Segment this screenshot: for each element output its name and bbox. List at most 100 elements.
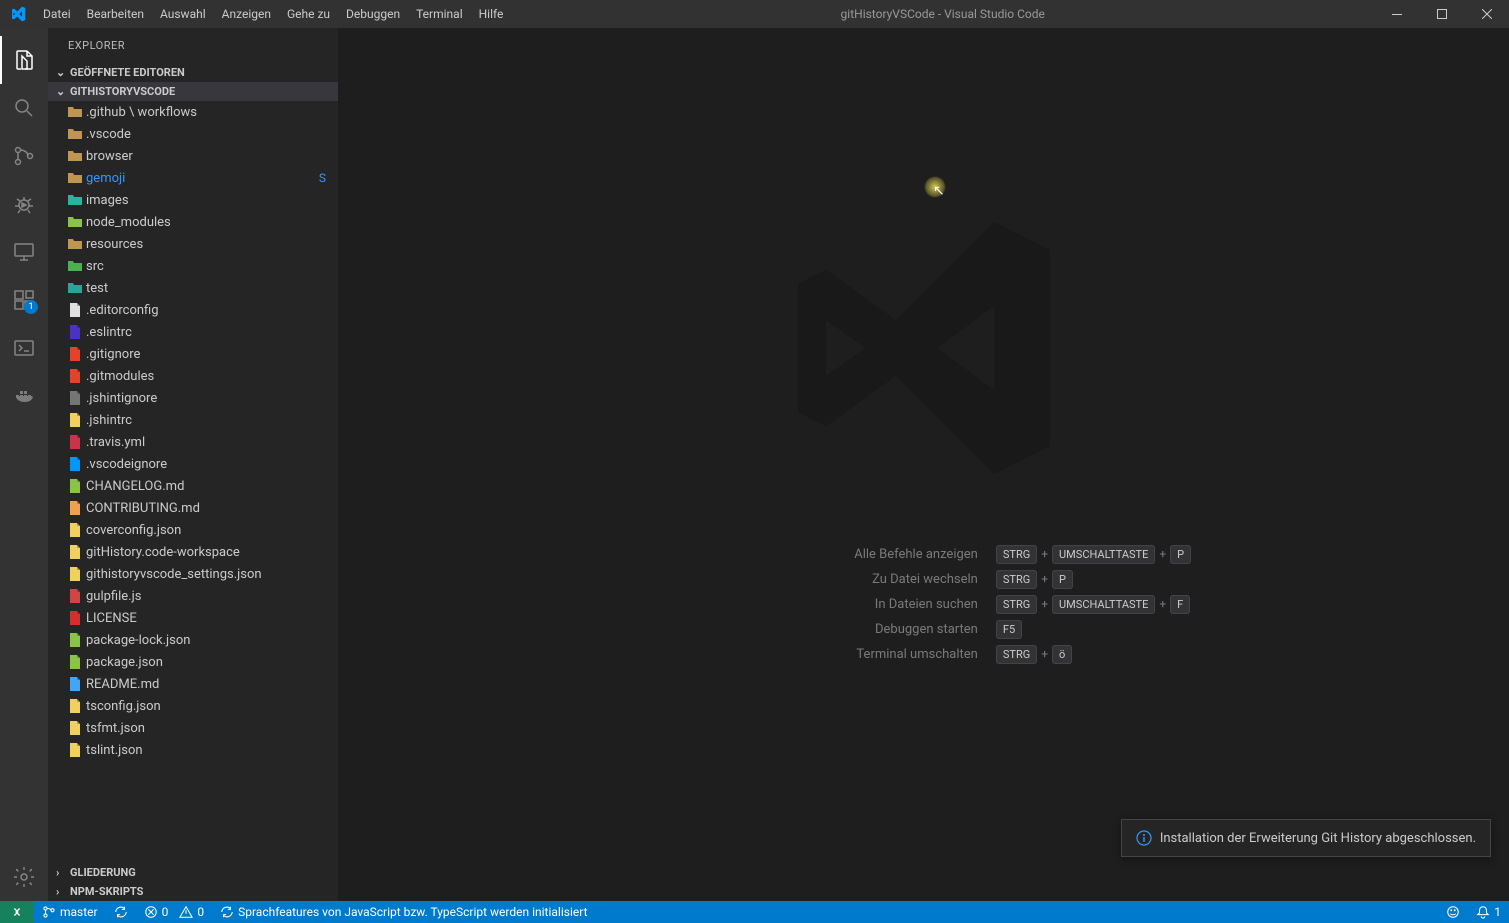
tree-row[interactable]: README.md xyxy=(48,673,338,695)
tree-row[interactable]: src xyxy=(48,255,338,277)
menu-hilfe[interactable]: Hilfe xyxy=(471,7,512,21)
git-branch[interactable]: master xyxy=(34,905,106,919)
maximize-button[interactable] xyxy=(1419,0,1464,28)
shortcut-label: Zu Datei wechseln xyxy=(654,572,994,587)
settings-gear-icon[interactable] xyxy=(0,853,48,901)
file-label: githistoryvscode_settings.json xyxy=(86,567,338,582)
activity-scm-icon[interactable] xyxy=(0,132,48,180)
shortcut-label: In Dateien suchen xyxy=(654,597,994,612)
file-icon xyxy=(64,390,86,406)
tree-row[interactable]: coverconfig.json xyxy=(48,519,338,541)
section-open-editors[interactable]: ⌄GEÖFFNETE EDITOREN xyxy=(48,63,338,82)
shortcut-label: Alle Befehle anzeigen xyxy=(654,547,994,562)
branch-name: master xyxy=(60,905,98,919)
problems-indicator[interactable]: 0 0 xyxy=(136,905,212,919)
tree-row[interactable]: .jshintignore xyxy=(48,387,338,409)
activity-debug-icon[interactable] xyxy=(0,180,48,228)
tree-row[interactable]: CHANGELOG.md xyxy=(48,475,338,497)
tree-row[interactable]: .vscode xyxy=(48,123,338,145)
close-button[interactable] xyxy=(1464,0,1509,28)
tree-row[interactable]: gemojiS xyxy=(48,167,338,189)
menu-debuggen[interactable]: Debuggen xyxy=(338,7,408,21)
menu-bearbeiten[interactable]: Bearbeiten xyxy=(79,7,152,21)
tree-row[interactable]: images xyxy=(48,189,338,211)
tree-row[interactable]: gitHistory.code-workspace xyxy=(48,541,338,563)
tree-row[interactable]: tslint.json xyxy=(48,739,338,761)
file-icon xyxy=(64,126,86,142)
tree-row[interactable]: package-lock.json xyxy=(48,629,338,651)
file-label: .github \ workflows xyxy=(86,105,338,120)
section-npm[interactable]: ›NPM-SKRIPTS xyxy=(48,882,338,901)
tree-row[interactable]: tsconfig.json xyxy=(48,695,338,717)
activity-console-icon[interactable] xyxy=(0,324,48,372)
file-label: package.json xyxy=(86,655,338,670)
file-label: .gitmodules xyxy=(86,369,338,384)
file-label: tsconfig.json xyxy=(86,699,338,714)
menu-terminal[interactable]: Terminal xyxy=(408,7,471,21)
activity-extensions-icon[interactable]: 1 xyxy=(0,276,48,324)
tree-row[interactable]: browser xyxy=(48,145,338,167)
file-label: coverconfig.json xyxy=(86,523,338,538)
file-icon xyxy=(64,302,86,318)
sync-button[interactable] xyxy=(106,905,136,919)
tree-row[interactable]: .gitignore xyxy=(48,343,338,365)
notifications-bell[interactable]: 1 xyxy=(1468,905,1509,919)
file-label: CONTRIBUTING.md xyxy=(86,501,338,516)
tree-row[interactable]: package.json xyxy=(48,651,338,673)
tree-row[interactable]: LICENSE xyxy=(48,607,338,629)
remote-indicator[interactable] xyxy=(0,901,34,923)
keycap: STRG xyxy=(996,545,1037,564)
tree-row[interactable]: test xyxy=(48,277,338,299)
file-icon xyxy=(64,434,86,450)
notification-toast[interactable]: Installation der Erweiterung Git History… xyxy=(1121,819,1491,857)
file-label: gitHistory.code-workspace xyxy=(86,545,338,560)
file-label: node_modules xyxy=(86,215,338,230)
tree-row[interactable]: .vscodeignore xyxy=(48,453,338,475)
tree-row[interactable]: CONTRIBUTING.md xyxy=(48,497,338,519)
tree-row[interactable]: .editorconfig xyxy=(48,299,338,321)
file-icon xyxy=(64,192,86,208)
tree-row[interactable]: .jshintrc xyxy=(48,409,338,431)
tree-row[interactable]: node_modules xyxy=(48,211,338,233)
feedback-icon[interactable] xyxy=(1438,905,1468,919)
language-status[interactable]: Sprachfeatures von JavaScript bzw. TypeS… xyxy=(212,905,595,919)
file-icon xyxy=(64,324,86,340)
warning-count: 0 xyxy=(197,905,204,919)
section-outline[interactable]: ›GLIEDERUNG xyxy=(48,863,338,882)
activity-search-icon[interactable] xyxy=(0,84,48,132)
shortcut-row: Alle Befehle anzeigenSTRG+UMSCHALTTASTE+… xyxy=(654,547,1193,562)
tree-row[interactable]: tsfmt.json xyxy=(48,717,338,739)
minimize-button[interactable] xyxy=(1374,0,1419,28)
file-icon xyxy=(64,412,86,428)
file-label: gemoji xyxy=(86,171,319,186)
file-label: LICENSE xyxy=(86,611,338,626)
menu-gehezu[interactable]: Gehe zu xyxy=(279,7,338,21)
file-label: gulpfile.js xyxy=(86,589,338,604)
tree-row[interactable]: .eslintrc xyxy=(48,321,338,343)
keyboard-shortcuts-hints: Alle Befehle anzeigenSTRG+UMSCHALTTASTE+… xyxy=(654,537,1193,672)
tree-row[interactable]: .gitmodules xyxy=(48,365,338,387)
file-label: .vscodeignore xyxy=(86,457,338,472)
sidebar-explorer: EXPLORER ⌄GEÖFFNETE EDITOREN ⌄GITHISTORY… xyxy=(48,28,338,901)
activitybar: 1 xyxy=(0,28,48,901)
keycap: F5 xyxy=(996,620,1022,639)
menu-anzeigen[interactable]: Anzeigen xyxy=(214,7,279,21)
activity-docker-icon[interactable] xyxy=(0,372,48,420)
tree-row[interactable]: resources xyxy=(48,233,338,255)
file-label: .vscode xyxy=(86,127,338,142)
tree-row[interactable]: gulpfile.js xyxy=(48,585,338,607)
menu-auswahl[interactable]: Auswahl xyxy=(152,7,214,21)
keycap: P xyxy=(1170,545,1191,564)
activity-explorer-icon[interactable] xyxy=(0,36,48,84)
activity-remote-icon[interactable] xyxy=(0,228,48,276)
app-icon xyxy=(0,6,35,22)
tree-row[interactable]: .travis.yml xyxy=(48,431,338,453)
window-title: gitHistoryVSCode - Visual Studio Code xyxy=(511,7,1374,21)
toast-message: Installation der Erweiterung Git History… xyxy=(1160,831,1476,846)
section-project[interactable]: ⌄GITHISTORYVSCODE xyxy=(48,82,338,101)
file-label: tslint.json xyxy=(86,743,338,758)
cursor-icon: ↖ xyxy=(933,183,945,199)
tree-row[interactable]: .github \ workflows xyxy=(48,101,338,123)
menu-datei[interactable]: Datei xyxy=(35,7,79,21)
tree-row[interactable]: githistoryvscode_settings.json xyxy=(48,563,338,585)
